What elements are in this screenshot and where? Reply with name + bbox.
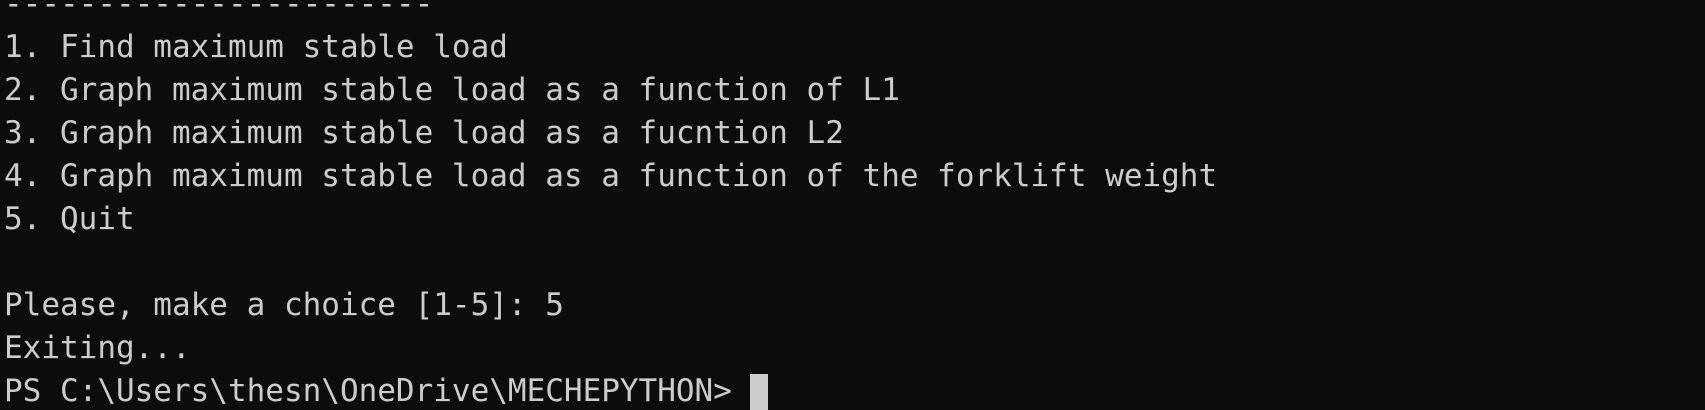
text-cursor [749, 373, 768, 410]
separator-line: ----------------------- [4, 0, 434, 22]
exit-line: Exiting... [4, 330, 191, 366]
menu-item-5: 5. Quit [4, 201, 135, 237]
command-prompt-line[interactable]: PS C:\Users\thesn\OneDrive\MECHEPYTHON> [4, 370, 1217, 410]
menu-item-3: 3. Graph maximum stable load as a fucnti… [4, 115, 844, 151]
menu-item-2: 2. Graph maximum stable load as a functi… [4, 72, 900, 108]
terminal-output: ----------------------- 1. Find maximum … [4, 0, 1217, 410]
terminal-window[interactable]: ----------------------- 1. Find maximum … [0, 0, 1705, 410]
shell-prompt: PS C:\Users\thesn\OneDrive\MECHEPYTHON> [4, 373, 732, 409]
choice-line: Please, make a choice [1-5]: 5 [4, 287, 564, 323]
menu-item-4: 4. Graph maximum stable load as a functi… [4, 158, 1218, 194]
menu-item-1: 1. Find maximum stable load [4, 29, 508, 65]
